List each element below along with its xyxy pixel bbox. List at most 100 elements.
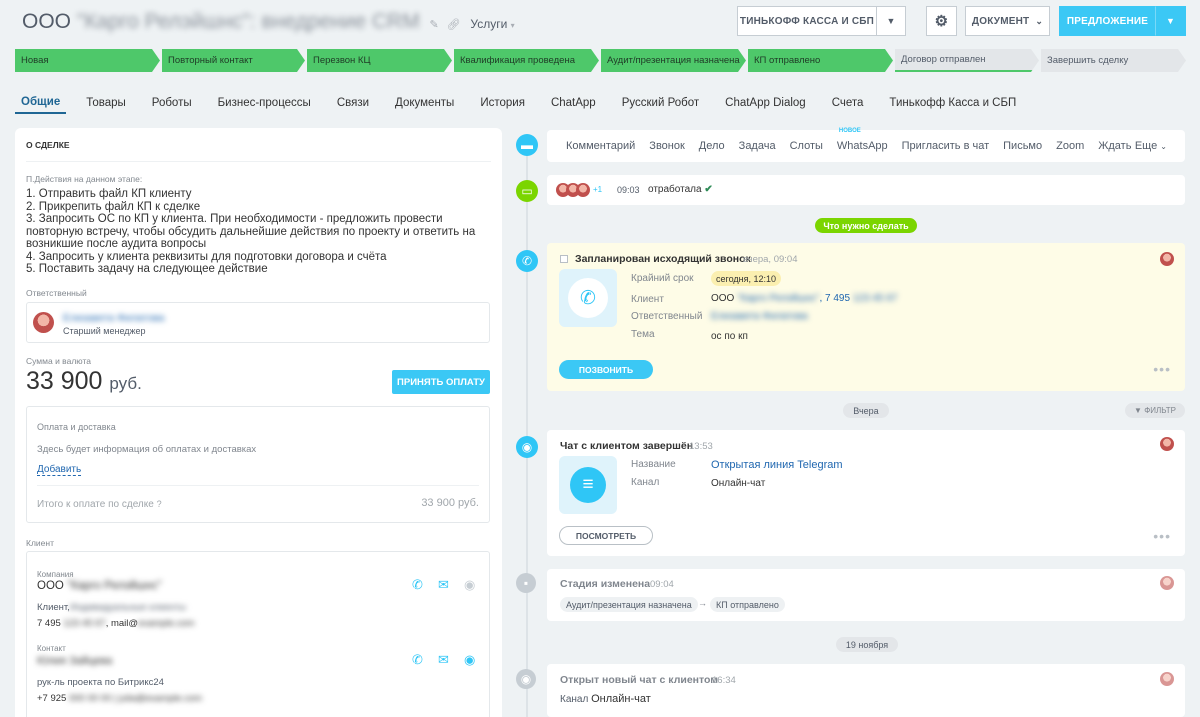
stage-contract-sent[interactable]: Договор отправлен xyxy=(895,49,1039,72)
kassa-button[interactable]: ТИНЬКОФФ КАССА И СБП xyxy=(737,6,877,36)
company-name[interactable]: ООО "Карго Релэйшнс" xyxy=(37,580,162,592)
action-invite-chat[interactable]: Пригласить в чат xyxy=(902,140,990,152)
responsible-value[interactable]: Елизавета Филатова xyxy=(711,311,808,322)
channel-value: Онлайн-чат xyxy=(711,478,766,489)
more-dots-icon[interactable]: ••• xyxy=(1153,361,1171,377)
payment-delivery-block: Оплата и доставка Здесь будет информация… xyxy=(26,406,490,523)
chat-icon[interactable]: ◉ xyxy=(464,577,475,593)
action-task[interactable]: Задача xyxy=(739,140,776,152)
more-menu[interactable]: Еще ⌄ xyxy=(1135,140,1167,152)
contact-name[interactable]: Юлия Зайцева xyxy=(37,655,112,667)
section-title: О СДЕЛКЕ xyxy=(26,140,70,150)
skype-icon[interactable]: ◉ xyxy=(464,652,475,668)
mail-icon[interactable]: ✉ xyxy=(438,577,449,593)
stage-offer-sent[interactable]: КП отправлено xyxy=(748,49,893,72)
chevron-down-icon: ▼ xyxy=(886,16,896,26)
note-line: 5. Поставить задачу на следующее действи… xyxy=(26,263,268,275)
responsible-card[interactable]: Елизавета Филатова Старший менеджер xyxy=(26,302,490,343)
openline-name[interactable]: Открытая линия Telegram xyxy=(711,459,843,471)
responsible-role: Старший менеджер xyxy=(63,326,146,336)
filter-button[interactable]: ▼ ФИЛЬТР xyxy=(1125,403,1185,418)
participants-count: +1 xyxy=(593,185,603,194)
company-prefix: ООО xyxy=(37,580,64,592)
complete-checkbox[interactable] xyxy=(560,255,568,263)
more-dots-icon[interactable]: ••• xyxy=(1153,528,1171,544)
action-call[interactable]: Звонок xyxy=(649,140,685,152)
link-icon[interactable]: 🔗︎ xyxy=(447,19,461,31)
total-label-text: Итого к оплате по сделке xyxy=(37,499,154,510)
notes-label: П.Действия на данном этапе: xyxy=(26,174,143,184)
tab-chatapp[interactable]: ChatApp xyxy=(545,92,602,114)
view-button[interactable]: ПОСМОТРЕТЬ xyxy=(559,526,653,545)
stage-new[interactable]: Новая xyxy=(15,49,160,72)
deadline-value[interactable]: сегодня, 12:10 xyxy=(711,271,781,286)
responsible-label: Ответственный xyxy=(631,311,703,322)
chat-icon: ◉ xyxy=(516,669,536,689)
tab-relations[interactable]: Связи xyxy=(331,92,375,114)
chat-bubble-icon: ▭ xyxy=(516,180,538,202)
stage-qualified[interactable]: Квалификация проведена xyxy=(454,49,599,72)
tab-business-processes[interactable]: Бизнес-процессы xyxy=(212,92,317,114)
client-label: Клиент xyxy=(631,294,664,305)
total-value: 33 900 руб. xyxy=(421,497,479,509)
action-zoom[interactable]: Zoom xyxy=(1056,140,1084,152)
deal-tabs: Общие Товары Роботы Бизнес-процессы Связ… xyxy=(15,92,1185,114)
stage-from-chip: Аудит/презентация назначена xyxy=(560,597,698,612)
action-comment[interactable]: Комментарий xyxy=(566,140,635,152)
edit-pencil-icon[interactable]: ✎ xyxy=(430,19,439,31)
question-icon[interactable]: ? xyxy=(157,499,162,509)
action-slots[interactable]: Слоты xyxy=(790,140,823,152)
action-email[interactable]: Письмо xyxy=(1003,140,1042,152)
timeline-line xyxy=(526,140,528,717)
settings-button[interactable]: ⚙ xyxy=(926,6,957,36)
company-mail-rest: example.com xyxy=(138,618,195,629)
stage-close-deal[interactable]: Завершить сделку xyxy=(1041,49,1186,72)
stage-audit[interactable]: Аудит/презентация назначена xyxy=(601,49,746,72)
deal-info-panel: О СДЕЛКЕ П.Действия на данном этапе: 1. … xyxy=(15,128,502,717)
action-task-deal[interactable]: Дело xyxy=(699,140,725,152)
stage-callback[interactable]: Перезвон КЦ xyxy=(307,49,452,72)
tab-invoices[interactable]: Счета xyxy=(826,92,870,114)
kassa-dropdown-button[interactable]: ▼ xyxy=(876,6,906,36)
mail-icon[interactable]: ✉ xyxy=(438,652,449,668)
action-wait[interactable]: Ждать xyxy=(1098,140,1131,152)
tab-russian-robot[interactable]: Русский Робот xyxy=(616,92,705,114)
phone-icon[interactable]: ✆ xyxy=(412,652,423,668)
chat-icon: ◉ xyxy=(516,436,538,458)
tab-chatapp-dialog[interactable]: ChatApp Dialog xyxy=(719,92,812,114)
document-button[interactable]: ДОКУМЕНТ ⌄ xyxy=(965,6,1050,36)
chat-status-row: +1 09:03 отработала ✔ xyxy=(547,175,1185,205)
payment-info: Здесь будет информация об оплатах и дост… xyxy=(37,444,257,455)
client-block: Компания ООО "Карго Релэйшнс" Клиент,Инд… xyxy=(26,551,490,717)
tab-history[interactable]: История xyxy=(474,92,531,114)
todo-label: Что нужно сделать xyxy=(815,218,917,233)
tab-general[interactable]: Общие xyxy=(15,92,67,114)
new-badge: НОВОЕ xyxy=(838,128,861,134)
responsible-name[interactable]: Елизавета Филатова xyxy=(63,312,164,324)
phone-icon[interactable]: ✆ xyxy=(412,577,423,593)
offer-button[interactable]: ПРЕДЛОЖЕНИЕ xyxy=(1059,6,1156,36)
tab-products[interactable]: Товары xyxy=(80,92,132,114)
call-button[interactable]: ПОЗВОНИТЬ xyxy=(559,360,653,379)
stage-tag-icon: ▪ xyxy=(516,573,536,593)
offer-dropdown-button[interactable]: ▼ xyxy=(1155,6,1186,36)
tab-tinkoff-kassa[interactable]: Тинькофф Касса и СБП xyxy=(883,92,1022,114)
chevron-down-icon: ⌄ xyxy=(1035,15,1044,26)
name-label: Название xyxy=(631,459,676,470)
comma-sep: , xyxy=(105,618,109,629)
contact-label: Контакт xyxy=(37,644,66,653)
payment-add-link[interactable]: Добавить xyxy=(37,464,82,476)
payment-title: Оплата и доставка xyxy=(37,422,116,432)
date-separator: 19 ноября xyxy=(836,637,898,652)
stage-repeat-contact[interactable]: Повторный контакт xyxy=(162,49,305,72)
category-selector[interactable]: Услуги ▾ xyxy=(470,17,514,31)
contact-role: рук-ль проекта по Битрикс24 xyxy=(37,677,164,688)
accept-payment-button[interactable]: ПРИНЯТЬ ОПЛАТУ xyxy=(392,370,490,394)
deal-title-prefix: ООО xyxy=(22,10,72,33)
tab-robots[interactable]: Роботы xyxy=(146,92,198,114)
action-whatsapp[interactable]: WhatsApp НОВОЕ xyxy=(837,128,888,152)
tab-documents[interactable]: Документы xyxy=(389,92,460,114)
note-line: 2. Прикрепить файл КП к сделке xyxy=(26,200,201,213)
activity-toolbar: Комментарий Звонок Дело Задача Слоты Wha… xyxy=(547,128,1185,162)
client-value[interactable]: ООО "Карго Релэйшнс", 7 495 123 45 67 xyxy=(711,293,897,304)
